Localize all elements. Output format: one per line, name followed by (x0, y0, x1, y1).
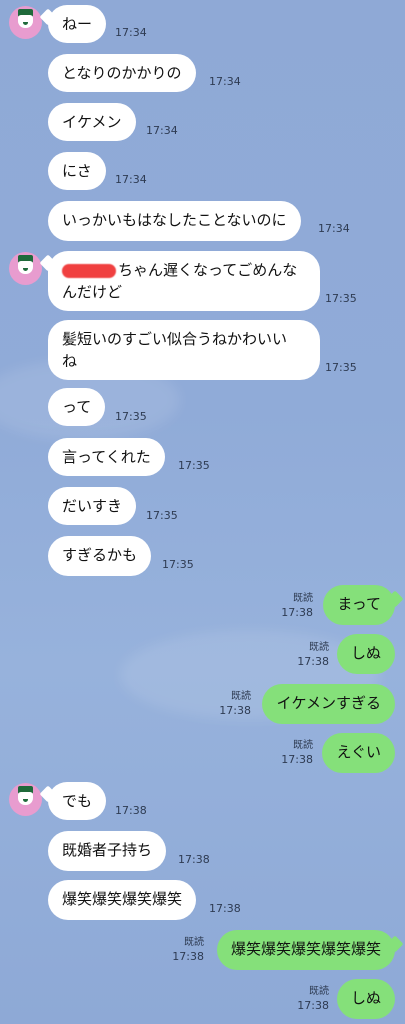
message-text: ね (62, 352, 78, 370)
incoming-message: いっかいもはなしたことないのに (48, 201, 301, 241)
message-text: すぎるかも (62, 546, 138, 564)
message-time: 17:38 (281, 753, 313, 766)
message-time: 17:34 (115, 173, 147, 186)
avatar-icon[interactable] (9, 6, 42, 39)
incoming-message: となりのかかりの (48, 54, 196, 92)
message-text: まって (337, 595, 381, 613)
message-text: んだけど (62, 283, 123, 301)
outgoing-message: イケメンすぎる (262, 684, 395, 724)
message-text: 言ってくれた (62, 448, 151, 466)
message-time: 17:38 (219, 704, 251, 717)
message-text: だいすき (62, 497, 123, 515)
message-time: 17:34 (318, 222, 350, 235)
message-text: しぬ (350, 989, 381, 1007)
read-receipt: 既読 (293, 740, 313, 751)
avatar-icon[interactable] (9, 252, 42, 285)
message-time: 17:35 (325, 361, 357, 374)
message-time: 17:38 (209, 902, 241, 915)
outgoing-message: まって (323, 585, 395, 625)
message-text: 髪短いのすごい似合うねかわいい (62, 330, 288, 348)
message-time: 17:38 (281, 606, 313, 619)
message-time: 17:35 (178, 459, 210, 472)
incoming-message: 爆笑爆笑爆笑爆笑 (48, 880, 197, 920)
message-text: ねー (62, 15, 93, 33)
redaction-mark (62, 263, 116, 278)
read-receipt: 既読 (309, 986, 329, 997)
message-meta: 既読 17:38 (172, 936, 204, 964)
message-text: イケメンすぎる (276, 694, 381, 712)
message-text: いっかいもはなしたことないのに (62, 211, 287, 229)
read-receipt: 既読 (231, 691, 251, 702)
message-time: 17:35 (115, 410, 147, 423)
message-text: ちゃん遅くなってごめんな (118, 261, 298, 279)
message-time: 17:34 (146, 124, 178, 137)
message-text: 爆笑爆笑爆笑爆笑爆笑 (230, 940, 381, 958)
outgoing-message: えぐい (322, 733, 395, 773)
message-text: イケメン (62, 113, 122, 131)
incoming-message: イケメン (48, 103, 136, 141)
message-time: 17:34 (209, 75, 241, 88)
message-time: 17:35 (146, 509, 178, 522)
message-time: 17:34 (115, 26, 147, 39)
message-text: にさ (62, 162, 92, 180)
message-time: 17:35 (162, 558, 194, 571)
read-receipt: 既読 (184, 937, 204, 948)
message-time: 17:38 (297, 655, 329, 668)
incoming-message: 既婚者子持ち (48, 831, 167, 871)
message-text: 爆笑爆笑爆笑爆笑 (62, 890, 183, 908)
read-receipt: 既読 (309, 642, 329, 653)
message-text: 既婚者子持ち (62, 841, 153, 859)
outgoing-message: しぬ (336, 979, 395, 1019)
message-text: って (62, 398, 92, 416)
message-time: 17:38 (172, 950, 204, 963)
message-meta: 既読 17:38 (281, 592, 313, 620)
message-text: となりのかかりの (62, 64, 182, 82)
incoming-message: 髪短いのすごい似合うねかわいい ね (48, 320, 320, 380)
outgoing-message: 爆笑爆笑爆笑爆笑爆笑 (216, 930, 395, 970)
avatar-icon[interactable] (9, 783, 42, 816)
read-receipt: 既読 (293, 593, 313, 604)
message-meta: 既読 17:38 (219, 690, 251, 718)
incoming-message: って (48, 388, 106, 426)
message-time: 17:38 (115, 804, 147, 817)
message-time: 17:38 (178, 853, 210, 866)
message-meta: 既読 17:38 (281, 739, 313, 767)
message-text: えぐい (336, 743, 381, 761)
message-time: 17:35 (325, 292, 357, 305)
message-meta: 既読 17:38 (297, 985, 329, 1013)
incoming-message: ちゃん遅くなってごめんな んだけど (48, 251, 320, 311)
incoming-message: にさ (48, 152, 106, 190)
incoming-message: ねー (48, 5, 107, 43)
message-meta: 既読 17:38 (297, 641, 329, 669)
outgoing-message: しぬ (336, 634, 395, 674)
incoming-message: すぎるかも (48, 536, 152, 576)
incoming-message: 言ってくれた (48, 438, 165, 476)
message-text: しぬ (350, 644, 381, 662)
message-text: でも (62, 792, 93, 810)
incoming-message: だいすき (48, 487, 137, 525)
incoming-message: でも (48, 782, 107, 820)
message-time: 17:38 (297, 999, 329, 1012)
